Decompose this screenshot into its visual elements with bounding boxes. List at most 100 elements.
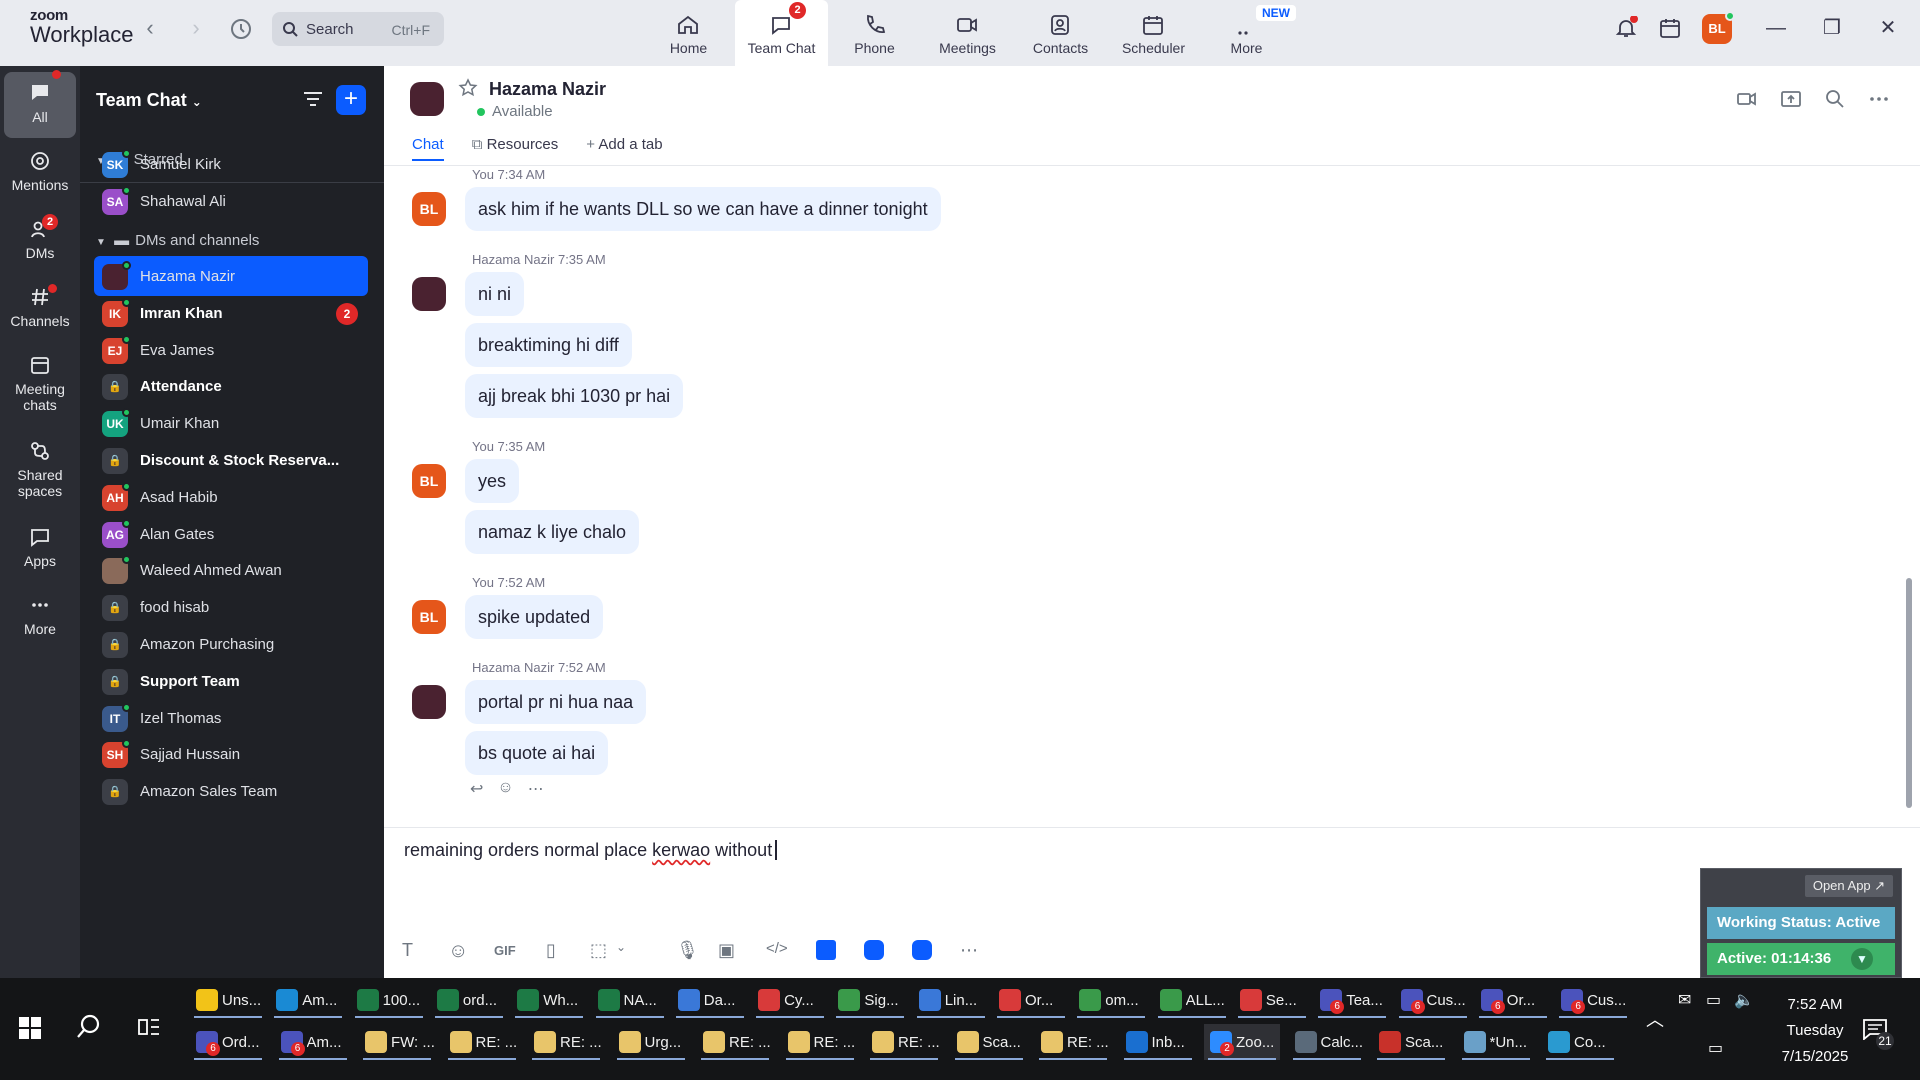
sidebar-item-contact[interactable]: SH Sajjad Hussain [94, 734, 368, 774]
network-icon[interactable]: ▭ [1708, 1038, 1723, 1058]
sidebar-item-contact[interactable]: EJ Eva James [94, 330, 368, 370]
sidebar-title[interactable]: Team Chat ⌄ [96, 90, 202, 111]
more-options-icon[interactable] [1868, 88, 1890, 110]
rail-more[interactable]: More [0, 594, 80, 637]
message-bubble[interactable]: spike updated [465, 595, 604, 639]
taskbar-app[interactable]: RE: ... [697, 1024, 773, 1060]
star-icon[interactable] [458, 78, 478, 98]
battery-icon[interactable]: ▭ [1706, 990, 1721, 1010]
sidebar-item-contact[interactable]: IK Imran Khan 2 [94, 293, 368, 333]
sidebar-item-contact[interactable]: Hazama Nazir [94, 256, 368, 296]
close-button[interactable]: ✕ [1874, 14, 1902, 42]
message-bubble[interactable]: ask him if he wants DLL so we can have a… [465, 187, 941, 231]
taskbar-app[interactable]: Inb... [1120, 1024, 1196, 1060]
tab-home[interactable]: Home [642, 0, 735, 66]
taskbar-app[interactable]: ALL... [1154, 982, 1230, 1018]
taskbar-app[interactable]: Urg... [613, 1024, 689, 1060]
message-scrollbar[interactable] [1906, 170, 1912, 810]
contact-avatar[interactable] [410, 82, 444, 116]
chevron-up-icon[interactable]: ︿ [1646, 1006, 1664, 1032]
tab-team-chat[interactable]: 2 Team Chat [735, 0, 828, 66]
search-icon[interactable] [74, 1012, 104, 1042]
taskbar-app[interactable]: ord... [431, 982, 507, 1018]
contact-name[interactable]: Hazama Nazir [489, 79, 606, 100]
filter-icon[interactable] [302, 88, 324, 110]
taskbar-app[interactable]: Co... [1542, 1024, 1618, 1060]
message-bubble[interactable]: ajj break bhi 1030 pr hai [465, 374, 684, 418]
taskbar-app[interactable]: Sca... [951, 1024, 1027, 1060]
tab-scheduler[interactable]: Scheduler [1107, 0, 1200, 66]
sidebar-item-contact[interactable]: UK Umair Khan [94, 403, 368, 443]
taskbar-app[interactable]: Sca... [1373, 1024, 1449, 1060]
user-avatar[interactable]: BL [1702, 11, 1735, 44]
back-arrow-icon[interactable]: ‹ [138, 16, 162, 40]
rail-dms[interactable]: 2 DMs [0, 214, 80, 261]
windows-start-icon[interactable] [18, 1016, 42, 1040]
video-message-icon[interactable]: ▣ [718, 940, 735, 961]
message-bubble[interactable]: ni ni [465, 272, 525, 316]
taskbar-app[interactable]: RE: ... [782, 1024, 858, 1060]
new-chat-button[interactable]: + [336, 85, 366, 115]
screenshot-icon[interactable]: ⬚ [590, 940, 607, 961]
reply-icon[interactable]: ↩ [470, 779, 483, 799]
taskbar-app[interactable]: RE: ... [528, 1024, 604, 1060]
taskbar-app[interactable]: Wh... [511, 982, 587, 1018]
emoji-react-icon[interactable]: ☺ [497, 779, 513, 799]
taskbar-app[interactable]: Da... [672, 982, 748, 1018]
scrollbar-thumb[interactable] [1906, 578, 1912, 808]
taskbar-app[interactable]: RE: ... [1035, 1024, 1111, 1060]
rail-all[interactable]: All [4, 70, 76, 138]
rail-apps[interactable]: Apps [0, 526, 80, 569]
message-bubble[interactable]: bs quote ai hai [465, 731, 609, 775]
rail-mentions[interactable]: Mentions [0, 150, 80, 193]
taskbar-app[interactable]: RE: ... [866, 1024, 942, 1060]
taskbar-app[interactable]: Lin... [913, 982, 989, 1018]
taskbar-app[interactable]: RE: ... [444, 1024, 520, 1060]
taskbar-app[interactable]: *Un... [1458, 1024, 1534, 1060]
sidebar-item-contact[interactable]: SA Shahawal Ali [94, 181, 368, 221]
microphone-icon[interactable]: 🎙 [676, 940, 699, 961]
more-icon[interactable]: ⋯ [960, 940, 978, 961]
sidebar-item-contact[interactable]: SK Samuel Kirk [94, 144, 368, 184]
more-icon[interactable]: ⋯ [528, 779, 544, 799]
sidebar-item-contact[interactable]: 🔒 Amazon Purchasing [94, 624, 368, 664]
taskbar-app[interactable]: 6 Am... [275, 1024, 351, 1060]
tab-more[interactable]: NEW More [1200, 0, 1296, 66]
gif-icon[interactable]: GIF [494, 943, 516, 958]
volume-icon[interactable]: 🔈 [1734, 990, 1754, 1010]
taskbar-app[interactable]: 6 Tea... [1314, 982, 1390, 1018]
sender-avatar[interactable]: BL [412, 464, 446, 498]
taskbar-app[interactable]: Sig... [832, 982, 908, 1018]
sidebar-item-contact[interactable]: Waleed Ahmed Awan [94, 550, 368, 590]
app-integration-icon[interactable] [816, 940, 836, 960]
taskbar-app[interactable]: Am... [270, 982, 346, 1018]
share-screen-icon[interactable] [1780, 88, 1802, 110]
taskbar-app[interactable]: Calc... [1289, 1024, 1365, 1060]
message-bubble[interactable]: yes [465, 459, 520, 503]
tab-add[interactable]: + Add a tab [586, 136, 662, 161]
emoji-icon[interactable]: ☺ [448, 940, 468, 963]
minimize-button[interactable]: — [1762, 14, 1790, 42]
chevron-down-icon[interactable]: ⌄ [616, 940, 626, 954]
taskbar-app[interactable]: 6 Cus... [1395, 982, 1471, 1018]
sidebar-item-contact[interactable]: 🔒 food hisab [94, 587, 368, 627]
restore-button[interactable]: ❐ [1818, 14, 1846, 42]
taskbar-app[interactable]: Uns... [190, 982, 266, 1018]
code-icon[interactable]: </> [766, 940, 788, 957]
task-view-icon[interactable] [136, 1014, 162, 1040]
taskbar-app[interactable]: FW: ... [359, 1024, 435, 1060]
message-bubble[interactable]: namaz k liye chalo [465, 510, 640, 554]
bell-icon[interactable] [1614, 16, 1638, 40]
taskbar-app[interactable]: 6 Or... [1475, 982, 1551, 1018]
rail-meeting-chats[interactable]: Meeting chats [0, 354, 80, 413]
message-bubble[interactable]: portal pr ni hua naa [465, 680, 647, 724]
tab-contacts[interactable]: Contacts [1014, 0, 1107, 66]
taskbar-app[interactable]: 6 Ord... [190, 1024, 266, 1060]
sidebar-item-contact[interactable]: AG Alan Gates [94, 514, 368, 554]
sender-avatar[interactable] [412, 685, 446, 719]
sender-avatar[interactable] [412, 277, 446, 311]
taskbar-app[interactable]: 6 Cus... [1555, 982, 1631, 1018]
message-bubble[interactable]: breaktiming hi diff [465, 323, 632, 367]
global-search-box[interactable]: Search Ctrl+F [272, 12, 444, 46]
tab-resources[interactable]: ⧉ Resources [472, 136, 559, 161]
